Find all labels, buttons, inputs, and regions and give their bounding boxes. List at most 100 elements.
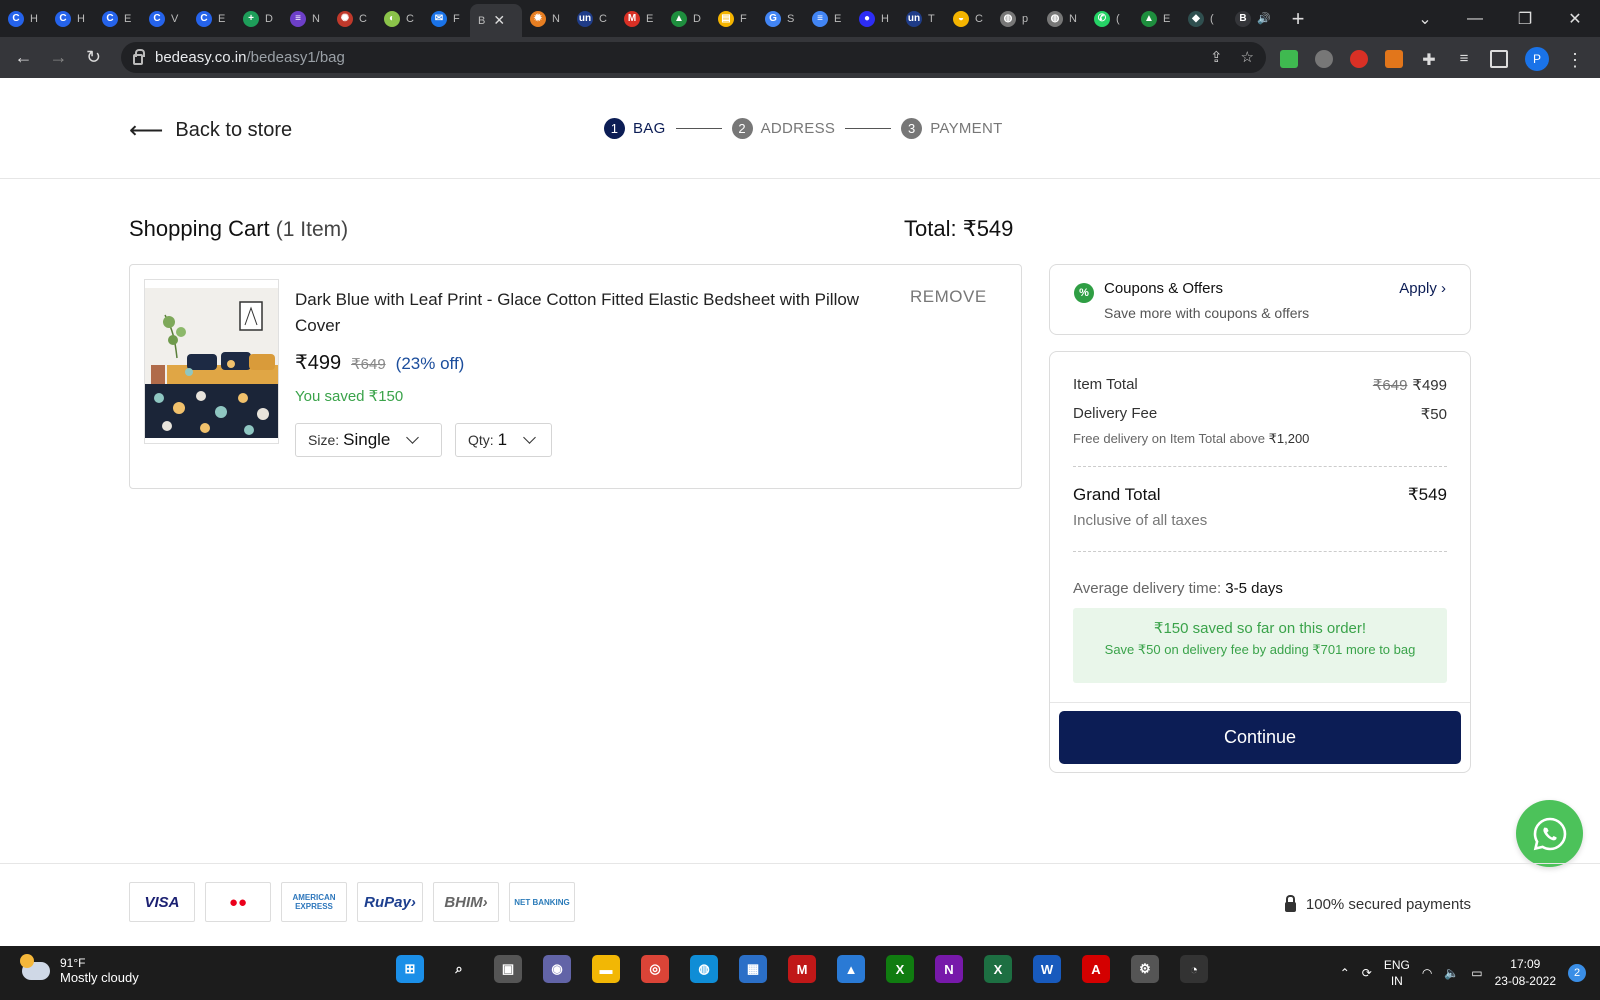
continue-button[interactable]: Continue xyxy=(1059,711,1461,764)
notification-badge[interactable]: 2 xyxy=(1568,964,1586,982)
taskbar-app-icon[interactable]: ▦ xyxy=(739,955,767,983)
puzzle-extensions-icon[interactable]: ✚ xyxy=(1420,50,1438,69)
taskbar-app-icon[interactable]: X xyxy=(886,955,914,983)
taskbar-app-icon[interactable]: ▲ xyxy=(837,955,865,983)
savings-headline: ₹150 saved so far on this order! xyxy=(1153,620,1367,637)
grammarly-extension-icon[interactable] xyxy=(1315,50,1333,68)
browser-tab[interactable]: ME xyxy=(616,0,663,37)
tab-favicon-icon: G xyxy=(765,10,781,27)
input-language[interactable]: ENG IN xyxy=(1384,957,1410,989)
apply-coupon-link[interactable]: Apply › xyxy=(1399,280,1446,297)
payment-methods: VISA ●● AMERICAN EXPRESS RuPay› BHIM› NET BAN… xyxy=(129,882,575,922)
reload-icon[interactable]: ↻ xyxy=(76,47,111,68)
system-tray: ⌃ ⟳ ENG IN ◠ 🔈 ▭ 17:09 23-08-2022 2 xyxy=(1340,946,1600,1000)
clock[interactable]: 17:09 23-08-2022 xyxy=(1495,956,1556,990)
side-panel-icon[interactable] xyxy=(1490,50,1508,68)
browser-tab[interactable]: B 🔊 xyxy=(1227,0,1274,37)
browser-tab[interactable]: CH xyxy=(47,0,94,37)
tab-active[interactable]: B ✕ xyxy=(470,4,522,37)
share-icon[interactable]: ⇪ xyxy=(1210,48,1223,66)
browser-tab[interactable]: ≡ E xyxy=(804,0,851,37)
browser-tab[interactable]: CE xyxy=(188,0,235,37)
taskbar-app-icon[interactable]: W xyxy=(1033,955,1061,983)
step-connector xyxy=(675,128,722,129)
address-bar[interactable]: bedeasy.co.in/bedeasy1/bag ⇪ ☆ xyxy=(121,42,1266,73)
taskbar-app-icon[interactable]: ◉ xyxy=(543,955,571,983)
back-arrow-icon[interactable]: ← xyxy=(6,47,41,68)
browser-tab[interactable]: ✉ F xyxy=(423,0,470,37)
weather-widget[interactable]: 91°F Mostly cloudy xyxy=(20,953,139,985)
tab-label: C xyxy=(359,12,367,25)
lock-icon xyxy=(1284,894,1296,912)
product-image[interactable] xyxy=(144,279,279,444)
browser-tab[interactable]: ✺ C xyxy=(329,0,376,37)
sync-icon[interactable]: ⟳ xyxy=(1362,966,1372,980)
browser-tab[interactable]: ◍ N xyxy=(1039,0,1086,37)
browser-tab[interactable]: ◒ C xyxy=(945,0,992,37)
restore-icon[interactable]: ❐ xyxy=(1500,9,1550,29)
taskbar-app-icon[interactable]: ▣ xyxy=(494,955,522,983)
taskbar-app-icon[interactable]: X xyxy=(984,955,1012,983)
media-control-icon[interactable]: ≡ xyxy=(1455,50,1473,68)
browser-tab[interactable]: CV xyxy=(141,0,188,37)
close-tab-icon[interactable]: ✕ xyxy=(493,12,505,29)
volume-icon[interactable]: 🔈 xyxy=(1444,966,1459,980)
profile-avatar[interactable]: P xyxy=(1525,47,1549,71)
tab-favicon-icon: ▲ xyxy=(671,10,687,27)
browser-tab[interactable]: ≡ N xyxy=(282,0,329,37)
forward-arrow-icon[interactable]: → xyxy=(41,47,76,68)
taskbar-app-icon[interactable]: ◔ xyxy=(1180,955,1208,983)
product-name[interactable]: Dark Blue with Leaf Print - Glace Cotton… xyxy=(295,287,895,339)
extensions-area: ✚ ≡ P ⋮ xyxy=(1280,47,1584,71)
taskbar-app-icon[interactable]: ◎ xyxy=(641,955,669,983)
minimize-icon[interactable]: — xyxy=(1450,10,1500,28)
taskbar-app-icon[interactable]: A xyxy=(1082,955,1110,983)
close-window-icon[interactable]: ✕ xyxy=(1550,9,1600,29)
taskbar-app-icon[interactable]: M xyxy=(788,955,816,983)
browser-tab[interactable]: ◐ C xyxy=(376,0,423,37)
taskbar-app-icon[interactable]: ⚙ xyxy=(1131,955,1159,983)
tab-favicon-icon: ◍ xyxy=(1000,10,1016,27)
browser-tab[interactable]: ✆( xyxy=(1086,0,1133,37)
browser-tab[interactable]: ▤ F xyxy=(710,0,757,37)
browser-tab[interactable]: ● H xyxy=(851,0,898,37)
browser-tab[interactable]: + D xyxy=(235,0,282,37)
quantity-dropdown[interactable]: Qty: 1 xyxy=(455,423,552,457)
windows-taskbar: 91°F Mostly cloudy ⊞ ⌕ ▣ ◉ ▬ ◎ ◍ ▦ M ▲ X N X W A ⚙ ◔ ⌃ ⟳… xyxy=(0,946,1600,1000)
tab-search-icon[interactable]: ⌄ xyxy=(1400,9,1450,29)
browser-tab[interactable]: ◍ p xyxy=(992,0,1039,37)
url-text[interactable]: bedeasy.co.in/bedeasy1/bag xyxy=(155,49,345,66)
taskbar-app-icon[interactable]: N xyxy=(935,955,963,983)
chevron-up-icon[interactable]: ⌃ xyxy=(1340,966,1350,980)
tab-label: E xyxy=(1163,12,1171,25)
size-dropdown[interactable]: Size: Single xyxy=(295,423,442,457)
remove-button[interactable]: REMOVE xyxy=(910,287,987,307)
omnibox-actions: ⇪ ☆ xyxy=(1210,48,1254,66)
browser-tab[interactable]: ▲ E xyxy=(1133,0,1180,37)
browser-tab[interactable]: CH xyxy=(0,0,47,37)
browser-tab[interactable]: ◆( xyxy=(1180,0,1227,37)
back-to-store-link[interactable]: ⟵ Back to store xyxy=(129,116,292,145)
coupons-card[interactable]: % Coupons & Offers Save more with coupon… xyxy=(1049,264,1471,335)
browser-tab[interactable]: GS xyxy=(757,0,804,37)
browser-tab[interactable]: CE xyxy=(94,0,141,37)
lock-icon[interactable] xyxy=(133,48,145,65)
browser-tab[interactable]: ✹ N xyxy=(522,0,569,37)
wifi-icon[interactable]: ◠ xyxy=(1422,966,1432,980)
browser-tab[interactable]: ▲ D xyxy=(663,0,710,37)
browser-tab[interactable]: un C xyxy=(569,0,616,37)
bookmark-star-icon[interactable]: ☆ xyxy=(1241,48,1254,66)
new-tab-button[interactable]: + xyxy=(1278,6,1318,32)
step-connector xyxy=(845,128,892,129)
browser-tab[interactable]: un T xyxy=(898,0,945,37)
adblock-extension-icon[interactable] xyxy=(1350,50,1368,68)
taskbar-app-icon[interactable]: ⊞ xyxy=(396,955,424,983)
taskbar-app-icon[interactable]: ▬ xyxy=(592,955,620,983)
battery-icon[interactable]: ▭ xyxy=(1471,966,1482,980)
whatsapp-chat-button[interactable] xyxy=(1516,800,1583,867)
maps-extension-icon[interactable] xyxy=(1280,50,1298,68)
taskbar-app-icon[interactable]: ◍ xyxy=(690,955,718,983)
menu-kebab-icon[interactable]: ⋮ xyxy=(1566,50,1584,70)
taskbar-app-icon[interactable]: ⌕ xyxy=(445,955,473,983)
metamask-extension-icon[interactable] xyxy=(1385,50,1403,68)
